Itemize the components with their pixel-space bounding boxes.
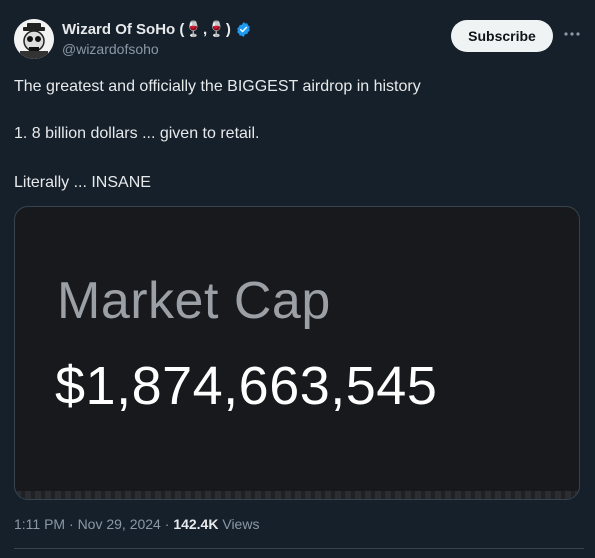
tweet-header: Wizard Of SoHo (🍷,🍷) @wizardofsoho Subsc…: [14, 18, 584, 62]
tweet-paragraph: The greatest and officially the BIGGEST …: [14, 78, 421, 95]
skull-avatar-icon[interactable]: [14, 19, 54, 59]
tweet-date[interactable]: Nov 29, 2024: [78, 516, 161, 532]
views-label: Views: [222, 516, 260, 532]
tweet-paragraph: 1. 8 billion dollars ... given to retail…: [14, 125, 260, 142]
more-horizontal-icon[interactable]: [562, 24, 582, 44]
media-bottom-strip: [15, 491, 579, 499]
meta-separator: ·: [69, 516, 78, 532]
tweet-paragraph: Literally ... INSANE: [14, 174, 151, 191]
tweet-meta: 1:11 PM · Nov 29, 2024 · 142.4K Views: [14, 516, 259, 532]
market-cap-value: $1,874,663,545: [55, 356, 438, 416]
author-name-row[interactable]: Wizard Of SoHo (🍷,🍷): [62, 20, 252, 38]
divider: [14, 548, 584, 549]
tweet-media-image[interactable]: Market Cap $1,874,663,545: [14, 206, 580, 500]
market-cap-label: Market Cap: [57, 272, 331, 330]
author-display-name[interactable]: Wizard Of SoHo (🍷,🍷): [62, 20, 231, 38]
tweet-time[interactable]: 1:11 PM: [14, 516, 65, 532]
views-count[interactable]: 142.4K: [173, 516, 218, 532]
author-block[interactable]: Wizard Of SoHo (🍷,🍷) @wizardofsoho: [62, 20, 252, 57]
author-handle[interactable]: @wizardofsoho: [62, 41, 252, 57]
subscribe-button[interactable]: Subscribe: [451, 20, 553, 52]
verified-badge-icon[interactable]: [235, 21, 252, 38]
